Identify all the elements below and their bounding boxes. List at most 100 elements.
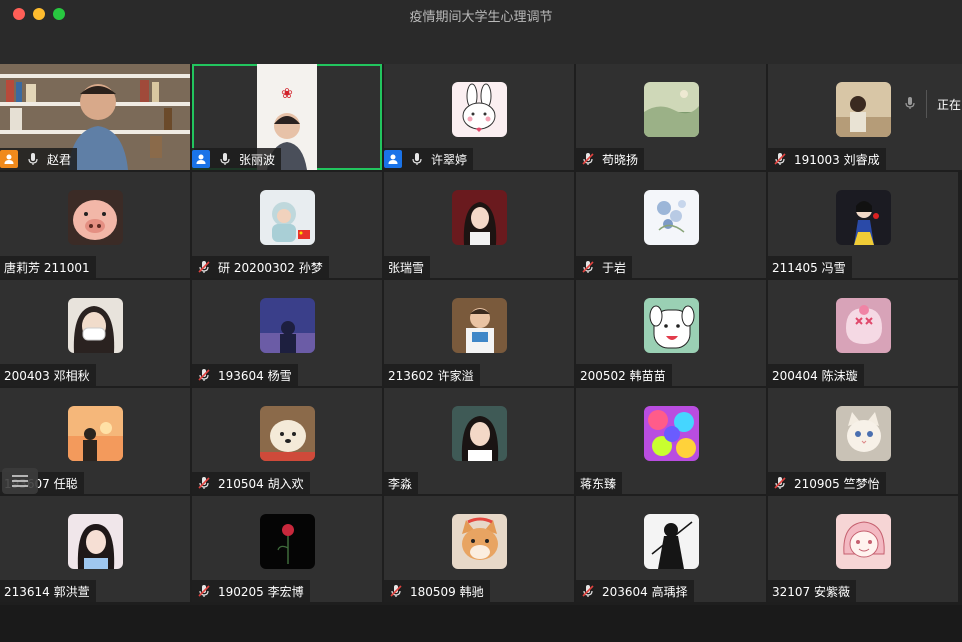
side-panel — [897, 64, 962, 170]
microphone-muted-icon — [198, 261, 210, 273]
microphone-muted-icon — [582, 585, 594, 597]
microphone-muted-icon — [390, 585, 402, 597]
participant-name: 许翠婷 — [431, 152, 468, 167]
participant-avatar — [644, 190, 699, 245]
window-title: 疫情期间大学生心理调节 — [409, 10, 553, 25]
grid-view-icon — [12, 475, 28, 487]
participant-avatar — [644, 514, 699, 569]
microphone-muted-status — [580, 583, 596, 599]
participant-name-label: 蒋东臻 — [576, 472, 623, 494]
host-icon — [4, 154, 14, 164]
participant-name: 210504 胡入欢 — [218, 476, 304, 491]
participant-grid: 赵君 ❀ 张丽波 许翠婷 苟晓扬 191003 刘睿成唐莉芳 211001 研 202003… — [0, 64, 962, 605]
participant-tile[interactable]: 赵君 — [0, 64, 190, 170]
microphone-status — [217, 151, 233, 167]
microphone-muted-icon — [582, 153, 594, 165]
participant-avatar — [644, 298, 699, 353]
participant-name: 苟晓扬 — [602, 152, 639, 167]
microphone-muted-status — [388, 583, 404, 599]
microphone-muted-status — [580, 259, 596, 275]
participant-tile[interactable]: 苟晓扬 — [576, 64, 766, 170]
participant-avatar — [452, 514, 507, 569]
participant-tile[interactable]: 研 20200302 孙梦 — [192, 172, 382, 278]
participant-name-label: 张瑞雪 — [384, 256, 431, 278]
participant-name: 211405 冯雪 — [772, 260, 846, 275]
host-badge — [0, 150, 18, 168]
host-icon — [388, 154, 398, 164]
host-badge — [192, 150, 210, 168]
participant-name: 213602 许家溢 — [388, 368, 474, 383]
participant-name: 210905 竺梦怡 — [794, 476, 880, 491]
microphone-status — [25, 151, 41, 167]
participant-name-label: 203604 高瑀择 — [576, 580, 694, 602]
participant-tile[interactable]: 于岩 — [576, 172, 766, 278]
participant-avatar — [260, 298, 315, 353]
participant-avatar — [836, 82, 891, 137]
participant-name-label: 于岩 — [576, 256, 633, 278]
participant-tile[interactable]: 190205 李宏博 — [192, 496, 382, 602]
participant-tile[interactable]: 180509 韩驰 — [384, 496, 574, 602]
participant-avatar — [452, 82, 507, 137]
host-icon — [196, 154, 206, 164]
microphone-muted-status — [196, 259, 212, 275]
participant-name: 203604 高瑀择 — [602, 584, 688, 599]
participant-tile[interactable]: 210905 竺梦怡 — [768, 388, 958, 494]
participant-avatar — [452, 406, 507, 461]
participant-tile[interactable]: 李淼 — [384, 388, 574, 494]
participant-tile[interactable]: 32107 安紫薇 — [768, 496, 958, 602]
participant-name: 张丽波 — [239, 152, 276, 167]
participant-tile[interactable]: 193604 杨雪 — [192, 280, 382, 386]
side-divider — [926, 90, 927, 118]
participant-tile[interactable]: 200502 韩苗苗 — [576, 280, 766, 386]
participant-name: 200403 邓相秋 — [4, 368, 90, 383]
host-badge — [384, 150, 402, 168]
participant-name: 191003 刘睿成 — [794, 152, 880, 167]
microphone-icon[interactable] — [903, 96, 917, 110]
participant-name-label: 唐莉芳 211001 — [0, 256, 96, 278]
microphone-muted-status — [580, 151, 596, 167]
participant-name: 200404 陈沫璇 — [772, 368, 858, 383]
participant-name-label: 许翠婷 — [384, 148, 474, 170]
participant-name-label: 200404 陈沫璇 — [768, 364, 864, 386]
participant-tile[interactable]: 203604 高瑀择 — [576, 496, 766, 602]
participant-tile[interactable]: 许翠婷 — [384, 64, 574, 170]
participant-avatar — [68, 406, 123, 461]
participant-avatar — [452, 190, 507, 245]
participant-tile[interactable]: 210504 胡入欢 — [192, 388, 382, 494]
participant-name-label: 张丽波 — [192, 148, 282, 170]
microphone-muted-status — [772, 475, 788, 491]
participant-tile[interactable]: 张瑞雪 — [384, 172, 574, 278]
participant-name-label: 191003 刘睿成 — [768, 148, 886, 170]
participant-tile[interactable]: 213602 许家溢 — [384, 280, 574, 386]
svg-text:❀: ❀ — [281, 86, 293, 102]
participant-name-label: 180509 韩驰 — [384, 580, 490, 602]
participant-tile[interactable]: ❀ 张丽波 — [192, 64, 382, 170]
participant-name-label: 213602 许家溢 — [384, 364, 480, 386]
participant-avatar — [836, 514, 891, 569]
participant-tile[interactable]: 唐莉芳 211001 — [0, 172, 190, 278]
participant-name-label: 苟晓扬 — [576, 148, 645, 170]
participant-tile[interactable]: 213614 郭洪萱 — [0, 496, 190, 602]
participant-tile[interactable]: 211405 冯雪 — [768, 172, 958, 278]
participant-name-label: 赵君 — [0, 148, 78, 170]
participant-name: 李淼 — [388, 476, 413, 491]
microphone-muted-icon — [198, 477, 210, 489]
participant-name: 蒋东臻 — [580, 476, 617, 491]
participant-name: 200502 韩苗苗 — [580, 368, 666, 383]
microphone-muted-status — [196, 367, 212, 383]
title-bar: 疫情期间大学生心理调节 — [0, 0, 962, 28]
participant-name-label: 200502 韩苗苗 — [576, 364, 672, 386]
participant-tile[interactable]: 蒋东臻 — [576, 388, 766, 494]
microphone-icon — [220, 153, 230, 165]
participant-avatar — [260, 514, 315, 569]
participant-tile[interactable]: 200404 陈沫璇 — [768, 280, 958, 386]
participant-avatar — [644, 82, 699, 137]
participant-tile[interactable]: 200403 邓相秋 — [0, 280, 190, 386]
microphone-icon — [28, 153, 38, 165]
participant-name: 赵君 — [47, 152, 72, 167]
participant-name: 于岩 — [602, 260, 627, 275]
grid-view-toggle-button[interactable] — [2, 468, 38, 494]
participant-name-label: 211405 冯雪 — [768, 256, 852, 278]
participant-name: 193604 杨雪 — [218, 368, 292, 383]
microphone-muted-status — [196, 475, 212, 491]
